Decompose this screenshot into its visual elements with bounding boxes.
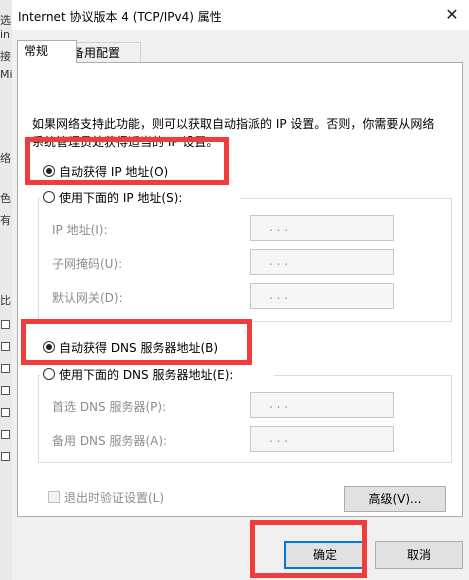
alternate-dns-label: 备用 DNS 服务器(A):	[52, 434, 168, 448]
ip-address-field[interactable]: . . .	[250, 215, 394, 241]
background-text: in	[0, 28, 11, 41]
validate-on-exit-checkbox[interactable]	[48, 491, 60, 503]
background-checkbox	[1, 408, 10, 417]
ip-address-value: . . .	[269, 220, 289, 234]
background-checkbox	[1, 452, 10, 461]
background-checkbox	[1, 342, 10, 351]
subnet-mask-label: 子网掩码(U):	[52, 257, 123, 271]
preferred-dns-label: 首选 DNS 服务器(P):	[52, 400, 167, 414]
default-gateway-label: 默认网关(D):	[52, 291, 123, 305]
manual-dns-option[interactable]: 使用下面的 DNS 服务器地址(E):	[40, 365, 274, 383]
manual-ip-label: 使用下面的 IP 地址(S):	[59, 191, 183, 205]
preferred-dns-value: . . .	[269, 397, 289, 411]
background-checkbox	[1, 364, 10, 373]
alternate-dns-value: . . .	[269, 431, 289, 445]
background-checkbox	[1, 430, 10, 439]
intro-text: 如果网络支持此功能，则可以获取自动指派的 IP 设置。否则，你需要从网络系统管理…	[32, 117, 435, 149]
background-text: 络	[0, 152, 11, 165]
default-gateway-field[interactable]: . . .	[250, 283, 394, 309]
auto-ip-label: 自动获得 IP 地址(O)	[59, 165, 169, 179]
ip-address-label: IP 地址(I):	[52, 223, 108, 237]
dialog-title: Internet 协议版本 4 (TCP/IPv4) 属性	[18, 10, 222, 24]
preferred-dns-field[interactable]: . . .	[250, 392, 394, 418]
subnet-mask-field[interactable]: . . .	[250, 249, 394, 275]
auto-dns-radio[interactable]	[43, 341, 55, 353]
manual-ip-option[interactable]: 使用下面的 IP 地址(S):	[40, 188, 240, 206]
background-text: 色	[0, 192, 11, 205]
tab-general[interactable]: 常规	[17, 40, 77, 63]
close-icon[interactable]: ✕	[439, 4, 465, 26]
background-text: 有	[0, 214, 11, 227]
cancel-button[interactable]: 取消	[375, 541, 463, 569]
manual-ip-radio[interactable]	[43, 191, 55, 203]
auto-dns-label: 自动获得 DNS 服务器地址(B)	[59, 341, 219, 355]
subnet-mask-value: . . .	[269, 254, 289, 268]
auto-dns-option[interactable]: 自动获得 DNS 服务器地址(B)	[43, 339, 243, 355]
ipv4-properties-dialog: Internet 协议版本 4 (TCP/IPv4) 属性 ✕ 备用配置 常规 …	[12, 0, 469, 580]
background-text: 比	[0, 294, 11, 307]
background-checkbox	[1, 320, 10, 329]
manual-dns-label: 使用下面的 DNS 服务器地址(E):	[59, 368, 234, 382]
validate-on-exit-option[interactable]: 退出时验证设置(L)	[48, 489, 188, 505]
auto-ip-radio[interactable]	[43, 165, 55, 177]
ok-button[interactable]: 确定	[284, 541, 366, 569]
advanced-button[interactable]: 高级(V)...	[344, 486, 446, 512]
manual-dns-radio[interactable]	[43, 368, 55, 380]
default-gateway-value: . . .	[269, 288, 289, 302]
auto-ip-option[interactable]: 自动获得 IP 地址(O)	[43, 163, 223, 179]
title-bar[interactable]: Internet 协议版本 4 (TCP/IPv4) 属性 ✕	[12, 0, 469, 30]
validate-on-exit-label: 退出时验证设置(L)	[64, 491, 165, 505]
background-text: 选	[0, 14, 11, 27]
background-checkbox	[1, 386, 10, 395]
background-text: 接	[0, 50, 11, 63]
general-tab-panel: 如果网络支持此功能，则可以获取自动指派的 IP 设置。否则，你需要从网络系统管理…	[17, 62, 463, 517]
background-text: Mi	[0, 68, 12, 81]
alternate-dns-field[interactable]: . . .	[250, 426, 394, 452]
